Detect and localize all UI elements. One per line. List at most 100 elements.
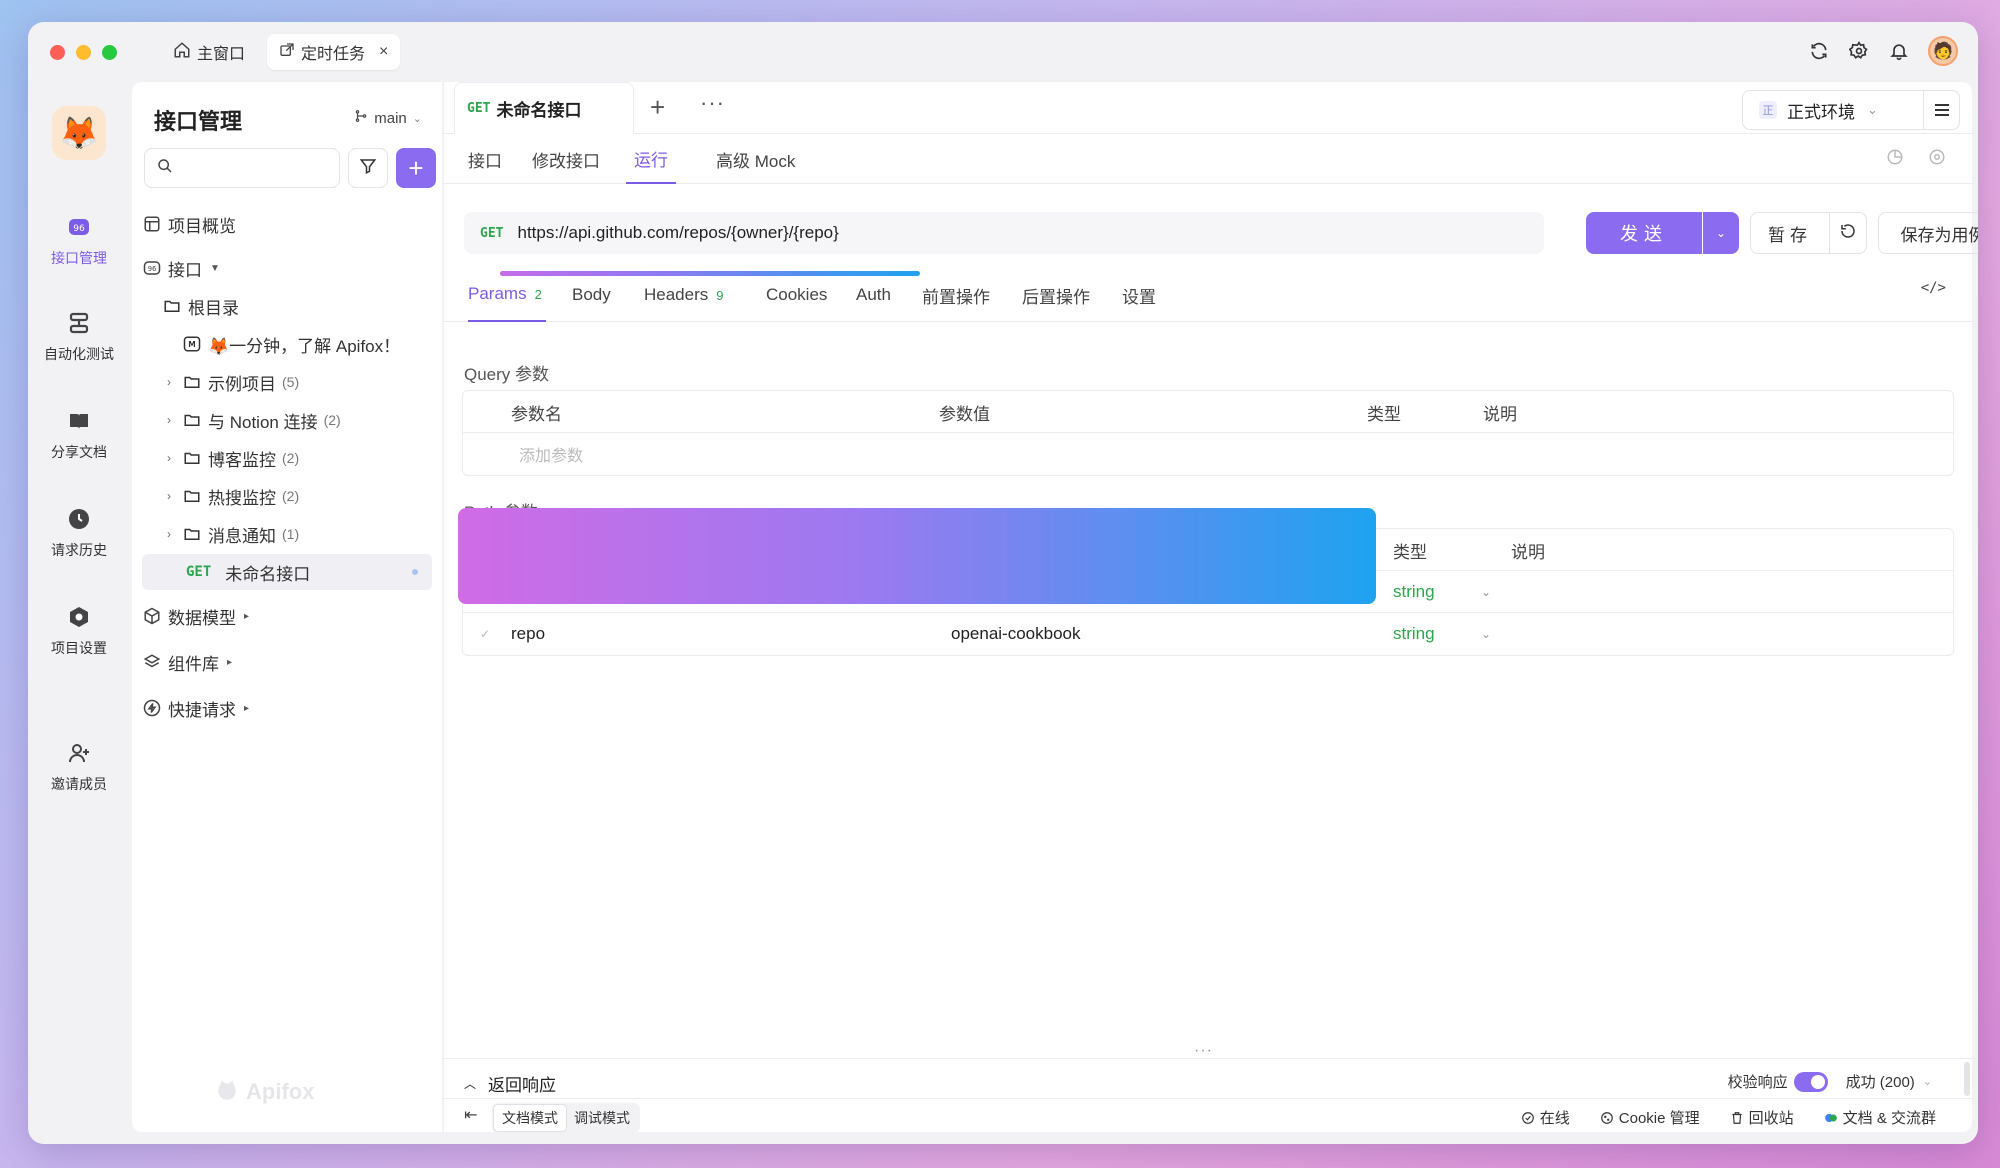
- column-header: 参数名: [511, 542, 562, 562]
- window-tab-scheduled[interactable]: 定时任务 ×: [267, 34, 401, 70]
- row-checkbox[interactable]: ✓: [477, 571, 493, 613]
- sidebar-item-root[interactable]: 根目录: [142, 288, 432, 324]
- tab-auth[interactable]: Auth: [856, 268, 891, 322]
- method-badge: GET: [467, 100, 491, 116]
- save-draft-button[interactable]: 暂存: [1750, 212, 1830, 254]
- add-button[interactable]: +: [396, 148, 436, 188]
- url-input[interactable]: GET https://api.github.com/repos/{owner}…: [464, 212, 1544, 254]
- minimize-window-button[interactable]: [76, 44, 91, 60]
- window-tab-main[interactable]: 主窗口: [161, 34, 257, 70]
- sidebar-item-label: 🦊一分钟，了解 Apifox！: [208, 336, 401, 356]
- sidebar-item-intro-doc[interactable]: M 🦊一分钟，了解 Apifox！: [142, 326, 432, 362]
- sidebar-item-api[interactable]: 96 接口 ▼: [142, 250, 432, 286]
- docs-community-button[interactable]: 文档 & 交流群: [1824, 1107, 1936, 1128]
- row-checkbox[interactable]: ✓: [477, 613, 493, 655]
- sidebar-item-data-model[interactable]: 数据模型 ▸: [142, 598, 432, 634]
- tab-params[interactable]: Params 2: [468, 268, 546, 322]
- tab-api[interactable]: 接口: [468, 134, 502, 184]
- rail-item-project-settings[interactable]: 项目设置: [28, 604, 130, 658]
- reset-button[interactable]: [1829, 212, 1867, 254]
- request-tab[interactable]: GET 未命名接口: [454, 82, 634, 134]
- trash-button[interactable]: 回收站: [1730, 1107, 1794, 1128]
- collapse-sidebar-icon[interactable]: ⇤: [464, 1105, 477, 1125]
- response-status-select[interactable]: 成功 (200) ⌄: [1846, 1071, 1932, 1092]
- param-value[interactable]: openai-cookbook: [951, 613, 1080, 655]
- tab-cookies[interactable]: Cookies: [766, 268, 827, 322]
- sidebar-folder[interactable]: › 消息通知 (1): [142, 516, 432, 552]
- code-icon[interactable]: </>: [1921, 280, 1946, 296]
- chart-pie-icon[interactable]: [1886, 148, 1904, 171]
- status-footer: ⇤ 文档模式 调试模式 在线 Cookie 管理 回收站 文档 & 交流群: [444, 1098, 1972, 1133]
- tab-advanced-mock[interactable]: 高级 Mock: [716, 134, 795, 184]
- bell-icon[interactable]: [1888, 40, 1910, 62]
- filter-button[interactable]: [348, 148, 388, 188]
- close-window-button[interactable]: [50, 44, 65, 60]
- search-input[interactable]: [181, 159, 331, 177]
- doc-mode-button[interactable]: 文档模式: [494, 1105, 566, 1131]
- column-header: 参数名: [511, 404, 562, 424]
- column-header: 参数值: [939, 404, 990, 424]
- view-tabs: 接口 修改接口 运行 高级 Mock: [444, 134, 1972, 184]
- chevron-down-icon[interactable]: ⌄: [1481, 571, 1491, 613]
- close-tab-icon[interactable]: ×: [379, 43, 388, 61]
- send-button[interactable]: 发送: [1586, 212, 1702, 254]
- tab-headers[interactable]: Headers 9: [644, 268, 724, 322]
- sidebar-item-label: 示例项目: [208, 374, 276, 394]
- branch-selector[interactable]: main ⌄: [354, 108, 422, 128]
- check-icon: ✓: [479, 627, 491, 641]
- param-name[interactable]: owner: [511, 571, 557, 613]
- rail-item-api-management[interactable]: 96 接口管理: [28, 214, 130, 268]
- sidebar-folder[interactable]: › 博客监控 (2): [142, 440, 432, 476]
- param-type-select[interactable]: string: [1393, 571, 1435, 613]
- tab-edit-api[interactable]: 修改接口: [532, 134, 600, 184]
- menu-icon[interactable]: [1923, 91, 1959, 129]
- param-tabs: Params 2 Body Headers 9 Cookies Auth 前置操…: [444, 268, 1972, 322]
- rail-item-history[interactable]: 请求历史: [28, 506, 130, 560]
- avatar[interactable]: 🧑: [1928, 36, 1958, 66]
- response-toggle[interactable]: ︿ 返回响应: [464, 1071, 556, 1096]
- sidebar-folder[interactable]: › 示例项目 (5): [142, 364, 432, 400]
- sidebar-item-selected-api[interactable]: GET 未命名接口: [142, 554, 432, 590]
- chevron-down-icon[interactable]: ⌄: [1481, 613, 1491, 655]
- sidebar-item-overview[interactable]: 项目概览: [142, 206, 432, 242]
- sidebar-folder[interactable]: › 热搜监控 (2): [142, 478, 432, 514]
- save-as-case-button[interactable]: 保存为用例: [1878, 212, 1978, 254]
- gear-icon[interactable]: [1848, 40, 1870, 62]
- tab-body[interactable]: Body: [572, 268, 611, 322]
- refresh-icon[interactable]: [1808, 40, 1830, 62]
- param-name[interactable]: repo: [511, 613, 545, 655]
- new-tab-button[interactable]: +: [650, 94, 665, 120]
- rail-item-invite[interactable]: 邀请成员: [28, 740, 130, 794]
- sidebar-folder[interactable]: › 与 Notion 连接 (2): [142, 402, 432, 438]
- add-param-placeholder[interactable]: 添加参数: [519, 433, 583, 475]
- main-panel: GET 未命名接口 + ··· 正 正式环境 ⌄ 接口 修改接口 运行 高级 M…: [444, 82, 1978, 1133]
- traffic-lights: [50, 44, 117, 60]
- param-value[interactable]: openai: [951, 571, 1002, 613]
- tab-pre-actions[interactable]: 前置操作: [922, 268, 990, 322]
- debug-mode-button[interactable]: 调试模式: [566, 1105, 638, 1131]
- response-bar: ︿ 返回响应 校验响应 成功 (200) ⌄: [444, 1058, 1972, 1102]
- tab-settings[interactable]: 设置: [1122, 268, 1156, 322]
- rail-item-automation[interactable]: 自动化测试: [28, 310, 130, 364]
- folder-count: (2): [282, 450, 300, 466]
- scrollbar[interactable]: [1964, 1062, 1970, 1096]
- param-type-select[interactable]: string: [1393, 613, 1435, 655]
- rail-item-share-docs[interactable]: 分享文档: [28, 408, 130, 462]
- sidebar-search[interactable]: [144, 148, 340, 188]
- online-status[interactable]: 在线: [1521, 1107, 1570, 1128]
- folder-count: (5): [282, 374, 300, 390]
- sidebar-item-quick-request[interactable]: 快捷请求 ▸: [142, 690, 432, 726]
- tab-post-actions[interactable]: 后置操作: [1022, 268, 1090, 322]
- send-dropdown-button[interactable]: ⌄: [1703, 212, 1739, 254]
- validate-toggle[interactable]: [1793, 1071, 1828, 1092]
- target-icon[interactable]: [1928, 148, 1946, 171]
- tab-run[interactable]: 运行: [626, 134, 676, 184]
- environment-selector[interactable]: 正 正式环境 ⌄: [1742, 90, 1960, 130]
- add-param-row[interactable]: 添加参数: [463, 433, 1953, 475]
- cookie-manager-button[interactable]: Cookie 管理: [1600, 1107, 1700, 1128]
- branch-icon: [354, 108, 368, 128]
- svg-text:M: M: [188, 340, 195, 349]
- sidebar-item-components[interactable]: 组件库 ▸: [142, 644, 432, 680]
- more-tabs-icon[interactable]: ···: [700, 90, 725, 116]
- maximize-window-button[interactable]: [102, 44, 117, 60]
